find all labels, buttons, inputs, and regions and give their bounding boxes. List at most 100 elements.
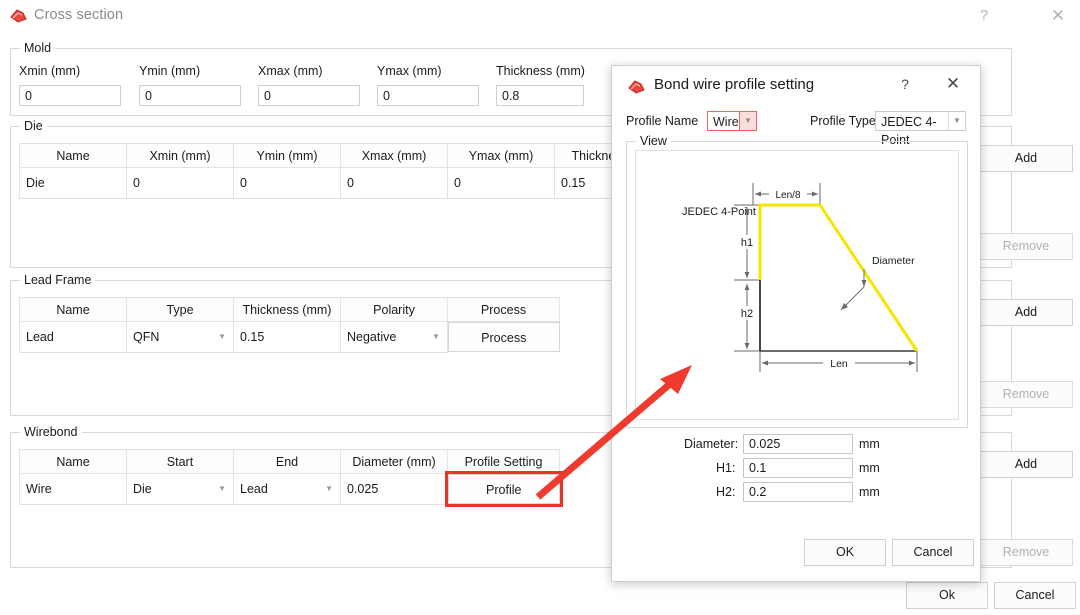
table-row[interactable]: Die 0 0 0 0 0.15 — [20, 168, 678, 199]
lead-frame-table-header-row: Name Type Thickness (mm) Polarity Proces… — [20, 298, 560, 322]
diagram-title-label: JEDEC 4-Point — [682, 206, 756, 218]
view-group-legend: View — [636, 134, 671, 148]
app-logo-icon — [10, 8, 28, 24]
mold-thickness-label: Thickness (mm) — [496, 64, 585, 78]
bond-wire-profile-dialog: Bond wire profile setting ? ✕ Profile Na… — [611, 65, 981, 582]
lead-frame-add-button[interactable]: Add — [979, 299, 1073, 326]
dialog-diameter-label: Diameter: — [684, 437, 738, 451]
wire-col-end: End — [234, 450, 341, 474]
dialog-title: Bond wire profile setting — [654, 76, 814, 93]
ok-button[interactable]: Ok — [906, 582, 988, 609]
wire-col-start: Start — [127, 450, 234, 474]
die-table-header-row: Name Xmin (mm) Ymin (mm) Xmax (mm) Ymax … — [20, 144, 678, 168]
chevron-down-icon: ▼ — [432, 333, 440, 341]
mold-xmax-input[interactable] — [258, 85, 360, 106]
die-col-name: Name — [20, 144, 127, 168]
die-group-legend: Die — [20, 119, 47, 133]
lead-frame-group-legend: Lead Frame — [20, 273, 95, 287]
lead-cell-thickness[interactable]: 0.15 — [234, 322, 341, 353]
diagram-len-over-8-label: Len/8 — [775, 190, 800, 201]
wire-cell-diameter[interactable]: 0.025 — [341, 474, 448, 505]
die-add-button[interactable]: Add — [979, 145, 1073, 172]
wire-end-dropdown[interactable]: Lead ▼ — [234, 474, 341, 505]
wire-end-value: Lead — [240, 482, 268, 496]
dialog-diameter-unit: mm — [859, 437, 880, 451]
diagram-h2-label: h2 — [741, 308, 753, 320]
cancel-button[interactable]: Cancel — [994, 582, 1076, 609]
diagram-h1-label: h1 — [741, 237, 753, 249]
dialog-help-icon[interactable]: ? — [895, 76, 915, 92]
wire-start-value: Die — [133, 482, 152, 496]
dialog-h1-input[interactable] — [743, 458, 853, 478]
mold-ymax-input[interactable] — [377, 85, 479, 106]
lead-col-polarity: Polarity — [341, 298, 448, 322]
table-row[interactable]: Wire Die ▼ Lead ▼ 0.025 Profile — [20, 474, 560, 505]
die-cell-ymax[interactable]: 0 — [448, 168, 555, 199]
die-cell-ymin[interactable]: 0 — [234, 168, 341, 199]
table-row[interactable]: Lead QFN ▼ 0.15 Negative ▼ Process — [20, 322, 560, 353]
wire-col-diameter: Diameter (mm) — [341, 450, 448, 474]
mold-xmin-label: Xmin (mm) — [19, 64, 80, 78]
profile-name-dropdown[interactable]: Wire ▼ — [707, 111, 757, 131]
dialog-h1-unit: mm — [859, 461, 880, 475]
die-cell-xmin[interactable]: 0 — [127, 168, 234, 199]
view-group: View JEDEC 4-Point Len/8 — [626, 141, 968, 428]
dialog-close-icon[interactable]: ✕ — [942, 74, 964, 94]
page-title: Cross section — [34, 7, 123, 23]
mold-xmax-label: Xmax (mm) — [258, 64, 323, 78]
app-logo-icon — [628, 79, 646, 95]
help-icon[interactable]: ? — [966, 3, 1002, 29]
die-remove-button[interactable]: Remove — [979, 233, 1073, 260]
wire-profile-diagram: JEDEC 4-Point Len/8 h1 — [635, 150, 959, 420]
mold-xmin-input[interactable] — [19, 85, 121, 106]
dialog-ok-button[interactable]: OK — [804, 539, 886, 566]
dialog-cancel-button[interactable]: Cancel — [892, 539, 974, 566]
mold-ymin-label: Ymin (mm) — [139, 64, 200, 78]
dialog-h2-unit: mm — [859, 485, 880, 499]
profile-name-label: Profile Name — [626, 114, 698, 128]
die-cell-xmax[interactable]: 0 — [341, 168, 448, 199]
profile-button[interactable]: Profile — [448, 474, 560, 504]
mold-ymin-input[interactable] — [139, 85, 241, 106]
dialog-diameter-input[interactable] — [743, 434, 853, 454]
close-icon[interactable]: ✕ — [1040, 3, 1076, 29]
diagram-diameter-label: Diameter — [872, 255, 915, 267]
mold-ymax-label: Ymax (mm) — [377, 64, 442, 78]
die-col-xmax: Xmax (mm) — [341, 144, 448, 168]
lead-frame-table: Name Type Thickness (mm) Polarity Proces… — [19, 297, 560, 353]
die-col-ymax: Ymax (mm) — [448, 144, 555, 168]
wire-col-profile: Profile Setting — [448, 450, 560, 474]
wirebond-remove-button[interactable]: Remove — [979, 539, 1073, 566]
dialog-h1-label: H1: — [716, 461, 735, 475]
mold-group-legend: Mold — [20, 41, 55, 55]
chevron-down-icon: ▼ — [948, 112, 965, 130]
wirebond-add-button[interactable]: Add — [979, 451, 1073, 478]
lead-cell-name[interactable]: Lead — [20, 322, 127, 353]
profile-name-value: Wire — [713, 113, 739, 131]
lead-type-value: QFN — [133, 330, 159, 344]
wire-cell-name[interactable]: Wire — [20, 474, 127, 505]
diagram-len-label: Len — [830, 358, 848, 370]
lead-frame-remove-button[interactable]: Remove — [979, 381, 1073, 408]
chevron-down-icon: ▼ — [325, 485, 333, 493]
wirebond-table: Name Start End Diameter (mm) Profile Set… — [19, 449, 560, 505]
lead-col-type: Type — [127, 298, 234, 322]
lead-col-process: Process — [448, 298, 560, 322]
die-cell-name[interactable]: Die — [20, 168, 127, 199]
profile-type-dropdown[interactable]: JEDEC 4-Point ▼ — [875, 111, 966, 131]
cross-section-window: Cross section ? ✕ Mold Xmin (mm) Ymin (m… — [0, 0, 1080, 615]
die-col-xmin: Xmin (mm) — [127, 144, 234, 168]
dialog-h2-input[interactable] — [743, 482, 853, 502]
wire-start-dropdown[interactable]: Die ▼ — [127, 474, 234, 505]
lead-polarity-value: Negative — [347, 330, 396, 344]
lead-polarity-dropdown[interactable]: Negative ▼ — [341, 322, 448, 353]
die-col-ymin: Ymin (mm) — [234, 144, 341, 168]
chevron-down-icon: ▼ — [218, 333, 226, 341]
profile-type-label: Profile Type: — [810, 114, 879, 128]
dialog-h2-label: H2: — [716, 485, 735, 499]
mold-thickness-input[interactable] — [496, 85, 584, 106]
lead-process-cell: Process — [448, 322, 560, 353]
wirebond-table-header-row: Name Start End Diameter (mm) Profile Set… — [20, 450, 560, 474]
process-button[interactable]: Process — [448, 322, 560, 352]
lead-type-dropdown[interactable]: QFN ▼ — [127, 322, 234, 353]
